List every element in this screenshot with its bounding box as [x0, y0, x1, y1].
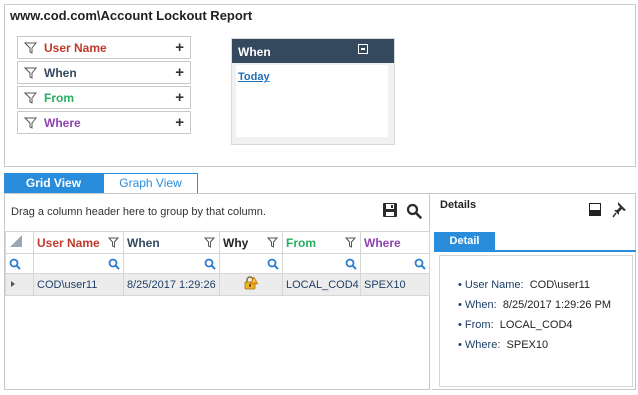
detail-value: LOCAL_COD4: [499, 319, 573, 331]
tab-graph-view[interactable]: Graph View: [103, 173, 198, 194]
row-expand-arrow-icon[interactable]: [9, 280, 17, 288]
filter-when[interactable]: When +: [17, 61, 191, 84]
search-icon[interactable]: [108, 258, 120, 270]
collapse-icon[interactable]: [358, 44, 368, 54]
results-grid: User Name When Why From Where COD\user11…: [5, 231, 430, 296]
detail-key: Where:: [464, 339, 501, 351]
filter-cell[interactable]: [282, 253, 361, 274]
column-header-user-name[interactable]: User Name: [33, 231, 124, 254]
filter-funnel-icon: [24, 67, 38, 79]
filter-from[interactable]: From +: [17, 86, 191, 109]
minimize-panel-icon[interactable]: [589, 203, 601, 216]
add-filter-icon[interactable]: +: [175, 65, 184, 80]
column-filter-icon[interactable]: [345, 237, 356, 248]
page-title: www.cod.com\Account Lockout Report: [10, 8, 253, 23]
column-filter-icon[interactable]: [267, 237, 278, 248]
filter-funnel-icon: [24, 42, 38, 54]
filter-cell[interactable]: [5, 253, 34, 274]
column-label: From: [286, 235, 316, 250]
column-label: Where: [364, 235, 401, 250]
filter-where[interactable]: Where +: [17, 111, 191, 134]
today-link[interactable]: Today: [238, 71, 270, 83]
when-panel-body: Today: [236, 65, 388, 137]
filter-cell[interactable]: [123, 253, 220, 274]
group-by-hint: Drag a column header here to group by th…: [11, 206, 266, 218]
details-title: Details: [440, 199, 477, 211]
grid-filter-row: [5, 253, 430, 274]
grid-header-row: User Name When Why From Where: [5, 231, 430, 254]
filter-funnel-icon: [24, 117, 38, 129]
pin-icon[interactable]: [612, 201, 628, 218]
filter-cell[interactable]: [33, 253, 124, 274]
search-icon[interactable]: [204, 258, 216, 270]
search-icon[interactable]: [267, 258, 279, 270]
column-header-why[interactable]: Why: [219, 231, 283, 254]
filter-cell[interactable]: [360, 253, 430, 274]
detail-row-where: • Where: SPEX10: [458, 339, 549, 351]
table-row[interactable]: COD\user11 8/25/2017 1:29:26 LOCAL_COD4 …: [5, 273, 430, 296]
search-icon[interactable]: [345, 258, 357, 270]
detail-row-when: • When: 8/25/2017 1:29:26 PM: [458, 299, 612, 311]
tab-underline: [434, 250, 636, 252]
detail-row-user-name: • User Name: COD\user11: [458, 279, 591, 291]
detail-key: User Name:: [464, 279, 524, 291]
filter-user-name[interactable]: User Name +: [17, 36, 191, 59]
search-icon[interactable]: [9, 258, 21, 270]
detail-value: COD\user11: [529, 279, 591, 291]
cell-when: 8/25/2017 1:29:26: [123, 273, 220, 296]
cell-where: SPEX10: [360, 273, 430, 296]
column-label: Why: [223, 235, 249, 250]
when-panel-title: When: [232, 39, 394, 63]
select-all-corner[interactable]: [5, 231, 34, 254]
detail-key: From:: [464, 319, 494, 331]
tab-grid-view[interactable]: Grid View: [4, 173, 103, 194]
save-icon[interactable]: [382, 202, 398, 218]
column-header-from[interactable]: From: [282, 231, 361, 254]
when-filter-panel: When Today: [231, 38, 395, 145]
add-filter-icon[interactable]: +: [175, 40, 184, 55]
detail-row-from: • From: LOCAL_COD4: [458, 319, 573, 331]
cell-from: LOCAL_COD4: [282, 273, 361, 296]
search-icon[interactable]: [406, 203, 422, 219]
lock-warning-icon: [244, 276, 259, 290]
column-filter-icon[interactable]: [108, 237, 119, 248]
column-label: When: [127, 235, 160, 250]
cell-why: [219, 273, 283, 296]
tab-detail[interactable]: Detail: [434, 232, 495, 251]
row-indicator[interactable]: [5, 273, 34, 296]
search-icon[interactable]: [414, 258, 426, 270]
cell-user-name: COD\user11: [33, 273, 124, 296]
add-filter-icon[interactable]: +: [175, 90, 184, 105]
filter-label: When: [44, 65, 77, 80]
column-header-where[interactable]: Where: [360, 231, 430, 254]
filter-funnel-icon: [24, 92, 38, 104]
filter-cell[interactable]: [219, 253, 283, 274]
column-header-when[interactable]: When: [123, 231, 220, 254]
corner-triangle-icon: [10, 235, 22, 247]
column-filter-icon[interactable]: [204, 237, 215, 248]
filter-label: From: [44, 90, 74, 105]
filter-label: Where: [44, 115, 81, 130]
add-filter-icon[interactable]: +: [175, 115, 184, 130]
filter-label: User Name: [44, 40, 107, 55]
detail-value: SPEX10: [506, 339, 549, 351]
detail-key: When:: [464, 299, 497, 311]
detail-value: 8/25/2017 1:29:26 PM: [502, 299, 612, 311]
column-label: User Name: [37, 235, 100, 250]
